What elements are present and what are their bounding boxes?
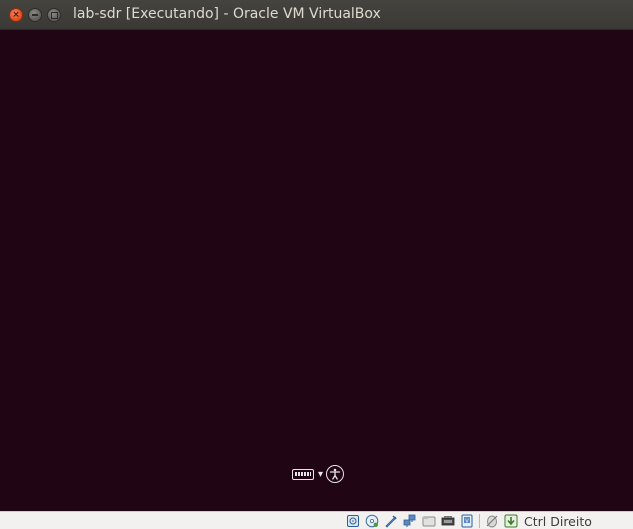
status-bar: V Ctrl Direito <box>0 511 633 529</box>
virtualbox-window: × lab-sdr [Executando] - Oracle VM Virtu… <box>0 0 633 529</box>
mouse-integration-icon[interactable] <box>485 514 499 528</box>
window-title: lab-sdr [Executando] - Oracle VM Virtual… <box>73 6 381 22</box>
maximize-icon <box>50 11 58 19</box>
hard-disk-icon[interactable] <box>346 514 360 528</box>
shared-folders-icon[interactable] <box>441 514 455 528</box>
accessibility-icon[interactable] <box>326 465 345 483</box>
audio-icon[interactable] <box>384 514 398 528</box>
svg-text:V: V <box>465 519 469 525</box>
minimize-icon <box>32 14 38 16</box>
usb-icon[interactable] <box>422 514 436 528</box>
vm-screen[interactable]: ▾ <box>0 30 633 511</box>
close-button[interactable]: × <box>9 8 23 22</box>
optical-drive-icon[interactable] <box>365 514 379 528</box>
network-icon[interactable] <box>403 514 417 528</box>
display-icon[interactable]: V <box>460 514 474 528</box>
title-bar[interactable]: × lab-sdr [Executando] - Oracle VM Virtu… <box>0 0 633 30</box>
host-key-label: Ctrl Direito <box>524 513 592 529</box>
host-key-arrow-icon[interactable] <box>504 514 518 528</box>
device-indicators: V Ctrl Direito <box>346 513 592 529</box>
close-icon: × <box>12 9 20 20</box>
dropdown-arrow-icon: ▾ <box>318 468 324 480</box>
maximize-button[interactable] <box>47 8 61 22</box>
minimize-button[interactable] <box>28 8 42 22</box>
keyboard-icon[interactable] <box>292 468 314 480</box>
login-indicators: ▾ <box>292 464 345 484</box>
statusbar-separator <box>479 514 480 528</box>
